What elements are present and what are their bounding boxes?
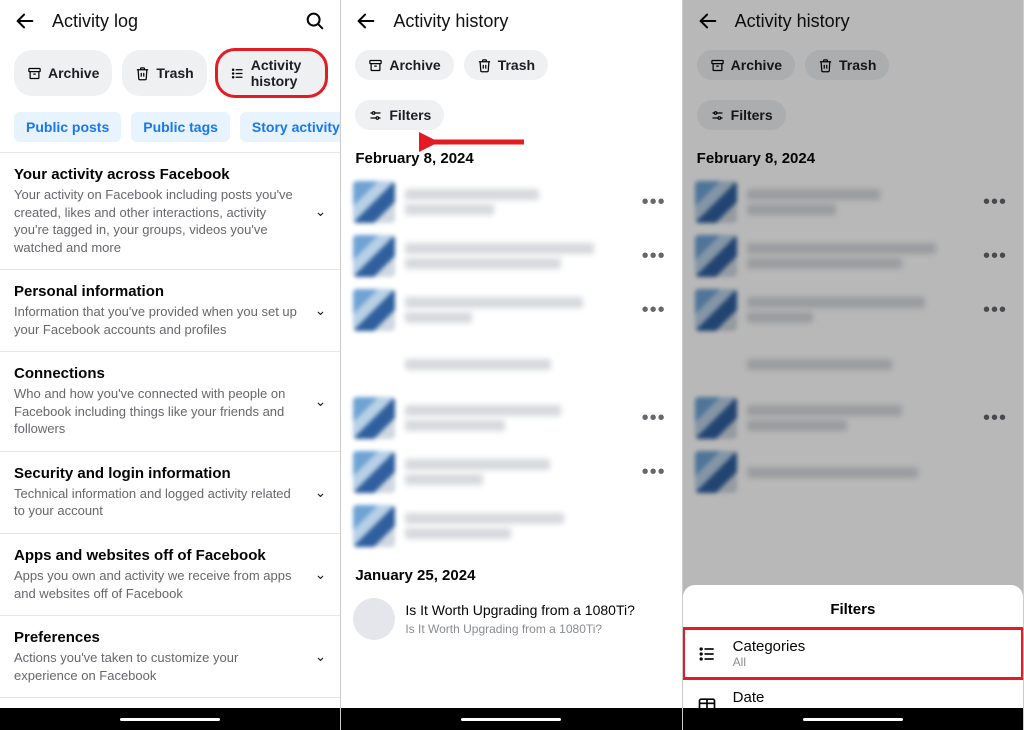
chevron-down-icon: ⌄ <box>315 393 327 410</box>
tab-story-activity[interactable]: Story activity <box>240 112 340 142</box>
tab-public-tags[interactable]: Public tags <box>131 112 230 142</box>
nav-bar <box>683 708 1023 730</box>
more-icon[interactable]: ••• <box>638 245 670 268</box>
section-your-activity[interactable]: Your activity across FacebookYour activi… <box>0 153 340 270</box>
nav-bar <box>341 708 681 730</box>
activity-row[interactable] <box>341 337 681 391</box>
section-security-login[interactable]: Security and login informationTechnical … <box>0 452 340 534</box>
more-icon[interactable]: ••• <box>638 299 670 322</box>
trash-icon <box>477 58 492 73</box>
chip-row: Archive Trash Activity history <box>0 42 340 106</box>
activity-row[interactable]: ••• <box>341 283 681 337</box>
activity-subtitle: Is It Worth Upgrading from a 1080Ti? <box>405 622 669 636</box>
list-icon <box>230 66 245 81</box>
tab-public-posts[interactable]: Public posts <box>14 112 121 142</box>
avatar <box>353 505 395 547</box>
back-icon[interactable] <box>355 10 377 32</box>
header: Activity history <box>341 0 681 42</box>
trash-icon <box>135 66 150 81</box>
chevron-down-icon: ⌄ <box>315 302 327 319</box>
activity-row[interactable]: ••• <box>341 175 681 229</box>
panel-activity-history-filter: Activity history Archive Trash Filters F… <box>683 0 1024 730</box>
activity-list[interactable]: February 8, 2024 ••• ••• ••• ••• ••• Jan… <box>341 136 681 708</box>
activity-row[interactable]: ••• <box>341 391 681 445</box>
archive-icon <box>27 66 42 81</box>
panel-activity-log: Activity log Archive Trash Activity hist… <box>0 0 341 730</box>
activity-history-chip[interactable]: Activity history <box>217 50 327 96</box>
avatar <box>353 451 395 493</box>
sheet-title: Filters <box>683 595 1023 628</box>
section-connections[interactable]: ConnectionsWho and how you've connected … <box>0 352 340 452</box>
avatar <box>353 235 395 277</box>
archive-chip[interactable]: Archive <box>14 50 112 96</box>
date-header: January 25, 2024 <box>341 553 681 592</box>
chip-row: Archive Trash <box>341 42 681 90</box>
search-icon[interactable] <box>304 10 326 32</box>
filter-categories-row[interactable]: Categories All <box>683 628 1023 679</box>
chevron-down-icon: ⌄ <box>315 566 327 583</box>
avatar <box>353 598 395 640</box>
filter-tabs: Public posts Public tags Story activity … <box>0 106 340 153</box>
more-icon[interactable]: ••• <box>638 191 670 214</box>
annotation-arrow-icon <box>419 124 529 160</box>
chevron-down-icon: ⌄ <box>315 484 327 501</box>
section-personal-info[interactable]: Personal informationInformation that you… <box>0 270 340 352</box>
avatar <box>353 181 395 223</box>
trash-chip[interactable]: Trash <box>122 50 206 96</box>
panel-activity-history: Activity history Archive Trash Filters F… <box>341 0 682 730</box>
page-title: Activity log <box>52 11 288 32</box>
nav-bar <box>0 708 340 730</box>
header: Activity log <box>0 0 340 42</box>
list-icon <box>697 644 719 664</box>
more-icon[interactable]: ••• <box>638 407 670 430</box>
avatar <box>353 397 395 439</box>
activity-row[interactable]: Is It Worth Upgrading from a 1080Ti? Is … <box>341 592 681 646</box>
sections-list[interactable]: Your activity across FacebookYour activi… <box>0 153 340 708</box>
section-apps-websites[interactable]: Apps and websites off of FacebookApps yo… <box>0 534 340 616</box>
more-icon[interactable]: ••• <box>638 461 670 484</box>
back-icon[interactable] <box>14 10 36 32</box>
chevron-down-icon: ⌄ <box>315 648 327 665</box>
avatar <box>353 289 395 331</box>
trash-chip[interactable]: Trash <box>464 50 548 80</box>
page-title: Activity history <box>393 11 667 32</box>
chevron-down-icon: ⌄ <box>315 203 327 220</box>
filters-icon <box>368 108 383 123</box>
section-preferences[interactable]: PreferencesActions you've taken to custo… <box>0 616 340 698</box>
activity-row[interactable]: ••• <box>341 229 681 283</box>
activity-row[interactable]: ••• <box>341 445 681 499</box>
archive-chip[interactable]: Archive <box>355 50 453 80</box>
activity-row[interactable] <box>341 499 681 553</box>
archive-icon <box>368 58 383 73</box>
activity-title: Is It Worth Upgrading from a 1080Ti? <box>405 602 669 618</box>
